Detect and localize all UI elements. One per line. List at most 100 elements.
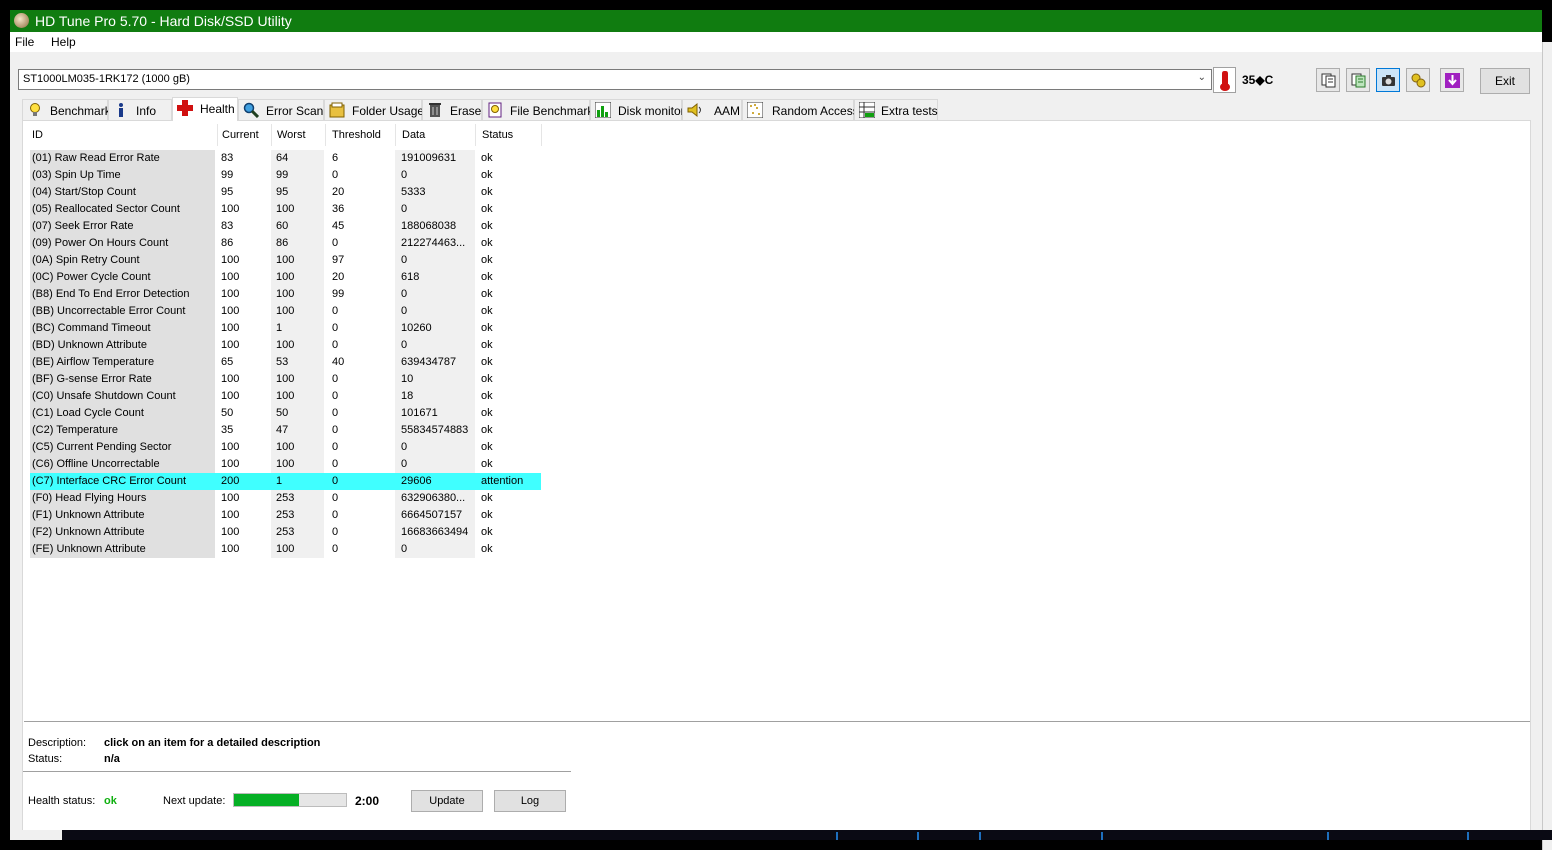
copy-all-button[interactable] (1346, 68, 1370, 92)
attr-data: 6664507157 (401, 509, 463, 521)
attr-data: 632906380... (401, 492, 466, 504)
health-status-value: ok (104, 795, 117, 807)
attr-status: ok (481, 220, 493, 232)
attr-id: (C1) Load Cycle Count (30, 405, 215, 422)
update-button[interactable]: Update (411, 790, 483, 812)
tab-erase[interactable]: Erase (422, 99, 482, 120)
attr-threshold: 6 (332, 152, 339, 164)
table-row[interactable]: (BC) Command Timeout 100 1 0 10260 ok (30, 320, 541, 337)
disk-monitor-icon (595, 102, 611, 118)
exit-button[interactable]: Exit (1480, 68, 1530, 94)
attr-threshold: 0 (332, 526, 339, 538)
attr-status: ok (481, 288, 493, 300)
table-row[interactable]: (C0) Unsafe Shutdown Count 100 100 0 18 ok (30, 388, 541, 405)
attr-threshold: 20 (332, 186, 345, 198)
tab-folder-usage[interactable]: Folder Usage (324, 99, 424, 120)
attr-current: 83 (221, 152, 234, 164)
attr-data: 188068038 (401, 220, 457, 232)
divider (23, 771, 571, 772)
table-row[interactable]: (03) Spin Up Time 99 99 0 0 ok (30, 167, 541, 184)
attr-threshold: 40 (332, 356, 345, 368)
options-button[interactable] (1406, 68, 1430, 92)
menu-help[interactable]: Help (51, 35, 76, 49)
attr-worst: 1 (276, 322, 283, 334)
attr-status: ok (481, 305, 493, 317)
attr-data: 0 (401, 203, 408, 215)
attr-threshold: 0 (332, 339, 339, 351)
attr-data: 0 (401, 458, 408, 470)
extra-tests-icon (859, 102, 875, 118)
screenshot-button[interactable] (1376, 68, 1400, 92)
copy-button[interactable] (1316, 68, 1340, 92)
attr-threshold: 0 (332, 458, 339, 470)
attr-data: 10260 (401, 322, 432, 334)
attr-threshold: 0 (332, 322, 339, 334)
file-benchmark-icon (488, 102, 502, 118)
attr-worst: 47 (276, 424, 289, 436)
tab-file-benchmark[interactable]: File Benchmark (482, 99, 593, 120)
header-id[interactable]: ID (32, 129, 43, 141)
table-row[interactable]: (BD) Unknown Attribute 100 100 0 0 ok (30, 337, 541, 354)
header-current[interactable]: Current (222, 129, 259, 141)
table-row[interactable]: (C2) Temperature 35 47 0 55834574883 ok (30, 422, 541, 439)
speaker-icon (687, 102, 701, 118)
table-row[interactable]: (F2) Unknown Attribute 100 253 0 16683663494… (30, 524, 541, 541)
table-row[interactable]: (F1) Unknown Attribute 100 253 0 6664507157 o… (30, 507, 541, 524)
tab-disk-monitor[interactable]: Disk monitor (590, 99, 685, 120)
attr-current: 99 (221, 169, 234, 181)
table-row[interactable]: (F0) Head Flying Hours 100 253 0 632906380..… (30, 490, 541, 507)
attr-current: 100 (221, 203, 240, 215)
table-row[interactable]: (05) Reallocated Sector Count 100 100 36 0 ok (30, 201, 541, 218)
log-button[interactable]: Log (494, 790, 566, 812)
attr-worst: 100 (276, 203, 295, 215)
table-row[interactable]: (0C) Power Cycle Count 100 100 20 618 ok (30, 269, 541, 286)
tab-aam[interactable]: AAM (682, 99, 742, 120)
table-row[interactable]: (C5) Current Pending Sector 100 100 0 0 ok (30, 439, 541, 456)
table-row[interactable]: (C1) Load Cycle Count 50 50 0 101671 ok (30, 405, 541, 422)
header-data[interactable]: Data (402, 129, 425, 141)
tab-error-scan[interactable]: Error Scan (238, 99, 324, 120)
smart-table[interactable]: ID Current Worst Threshold Data Status (… (24, 122, 1530, 722)
app-icon[interactable] (14, 13, 29, 28)
table-row[interactable]: (B8) End To End Error Detection 100 100 99 0… (30, 286, 541, 303)
header-threshold[interactable]: Threshold (332, 129, 381, 141)
attr-threshold: 45 (332, 220, 345, 232)
attr-id: (04) Start/Stop Count (30, 184, 215, 201)
table-row[interactable]: (01) Raw Read Error Rate 83 64 6 191009631 ok (30, 150, 541, 167)
table-row[interactable]: (04) Start/Stop Count 95 95 20 5333 ok (30, 184, 541, 201)
attr-current: 100 (221, 373, 240, 385)
options-icon (1411, 73, 1426, 88)
save-button[interactable] (1440, 68, 1464, 92)
chevron-down-icon[interactable]: ⌄ (1198, 72, 1206, 83)
tab-health[interactable]: Health (172, 97, 238, 121)
table-row[interactable]: (BE) Airflow Temperature 65 53 40 639434787 o… (30, 354, 541, 371)
tab-random-access[interactable]: Random Access (742, 99, 859, 120)
description-label: Description: (28, 737, 87, 749)
attr-current: 100 (221, 543, 240, 555)
attr-data: 0 (401, 305, 408, 317)
attr-worst: 253 (276, 509, 295, 521)
tab-info[interactable]: Info (108, 99, 172, 120)
tab-benchmark[interactable]: Benchmark (22, 99, 111, 120)
window-title: HD Tune Pro 5.70 - Hard Disk/SSD Utility (35, 13, 292, 29)
table-row[interactable]: (FE) Unknown Attribute 100 100 0 0 ok (30, 541, 541, 558)
table-row[interactable]: (BB) Uncorrectable Error Count 100 100 0 0 ok (30, 303, 541, 320)
table-row[interactable]: (C6) Offline Uncorrectable 100 100 0 0 ok (30, 456, 541, 473)
attr-threshold: 0 (332, 169, 339, 181)
menu-file[interactable]: File (15, 35, 34, 49)
table-row[interactable]: (C7) Interface CRC Error Count 200 1 0 29606… (30, 473, 541, 490)
table-row[interactable]: (0A) Spin Retry Count 100 100 97 0 ok (30, 252, 541, 269)
attr-threshold: 20 (332, 271, 345, 283)
header-status[interactable]: Status (482, 129, 513, 141)
attr-id: (C5) Current Pending Sector (30, 439, 215, 456)
header-worst[interactable]: Worst (277, 129, 306, 141)
attr-current: 100 (221, 288, 240, 300)
drive-select[interactable]: ST1000LM035-1RK172 (1000 gB) ⌄ (18, 69, 1212, 90)
attr-id: (05) Reallocated Sector Count (30, 201, 215, 218)
tab-extra-tests[interactable]: Extra tests (854, 99, 938, 120)
next-update-label: Next update: (163, 795, 226, 807)
table-row[interactable]: (09) Power On Hours Count 86 86 0 212274463.… (30, 235, 541, 252)
title-bar[interactable]: HD Tune Pro 5.70 - Hard Disk/SSD Utility (10, 10, 1542, 32)
table-row[interactable]: (BF) G-sense Error Rate 100 100 0 10 ok (30, 371, 541, 388)
table-row[interactable]: (07) Seek Error Rate 83 60 45 188068038 ok (30, 218, 541, 235)
